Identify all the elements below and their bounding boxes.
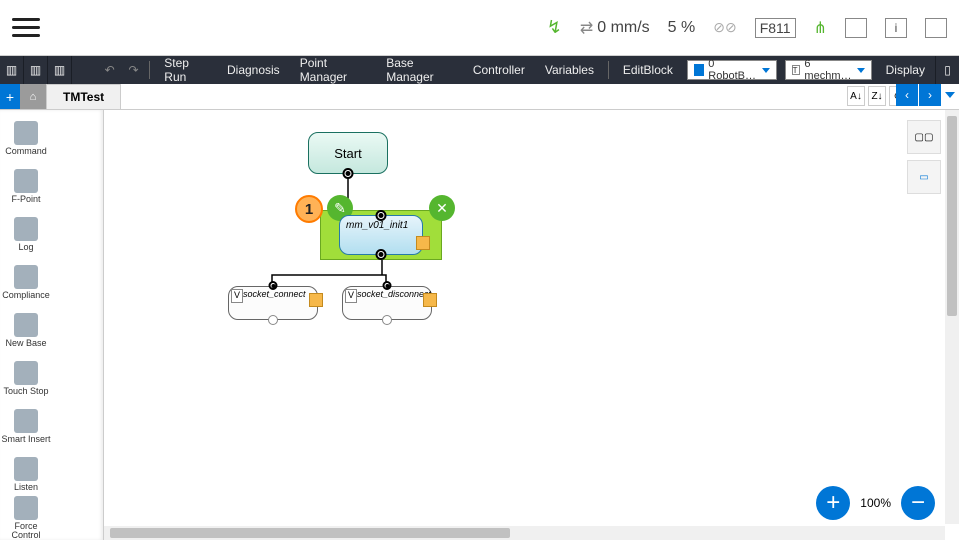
- zoom-out-button[interactable]: −: [901, 486, 935, 520]
- port-out[interactable]: [268, 315, 278, 325]
- node-socket-connect[interactable]: V socket_connect: [228, 286, 318, 320]
- point-manager-button[interactable]: Point Manager: [290, 56, 377, 84]
- palette-log[interactable]: Log: [0, 206, 52, 254]
- nav-prev-button[interactable]: ‹: [896, 84, 918, 106]
- delete-node-button[interactable]: ✕: [429, 195, 455, 221]
- step-badge: 1: [295, 195, 323, 223]
- tab-tmtest[interactable]: TMTest: [46, 84, 121, 109]
- palette-label: Compliance: [2, 291, 50, 300]
- palette-command[interactable]: Command: [0, 110, 52, 158]
- palette-compliance[interactable]: Compliance: [0, 254, 52, 302]
- fault-code: F811: [755, 18, 796, 38]
- tab-bar: + ⌂ TMTest A↓ Z↓ ⊕ ‹ ›: [0, 84, 959, 110]
- menu-bar: ▥ ▥ ▥ ↶ ↷ Step Run Diagnosis Point Manag…: [0, 56, 959, 84]
- redo-icon[interactable]: ↷: [122, 56, 146, 84]
- palette-f-point[interactable]: F-Point: [0, 158, 52, 206]
- tool-dropdown[interactable]: T6 mechm…: [785, 60, 872, 80]
- palette-icon: [14, 313, 38, 337]
- palette-label: Command: [5, 147, 47, 156]
- diagnosis-button[interactable]: Diagnosis: [217, 63, 290, 77]
- palette-icon: [14, 409, 38, 433]
- port-in[interactable]: [383, 281, 392, 290]
- speed-status: ⇄0 mm/s: [580, 18, 650, 38]
- zoom-in-button[interactable]: +: [816, 486, 850, 520]
- variables-button[interactable]: Variables: [535, 63, 604, 77]
- palette-touch-stop[interactable]: Touch Stop: [0, 350, 52, 398]
- palette-smart-insert[interactable]: Smart Insert: [0, 398, 52, 446]
- panel-icon-2[interactable]: [925, 18, 947, 38]
- file-save-icon[interactable]: ▥: [48, 56, 72, 84]
- node-config-chip: [423, 293, 437, 307]
- port-out[interactable]: [376, 249, 387, 260]
- palette-new-base[interactable]: New Base: [0, 302, 52, 350]
- flow-canvas[interactable]: Start 1 ✎ ✕ mm_v01_init1 V socket_connec…: [104, 110, 959, 540]
- power-status: 5 %: [668, 19, 696, 37]
- sort-az-icon[interactable]: A↓: [847, 86, 865, 106]
- zoom-level: 100%: [860, 496, 891, 510]
- port-in[interactable]: [376, 210, 387, 221]
- palette-icon: [14, 361, 38, 385]
- palette-label: Force Control: [0, 522, 52, 540]
- palette-label: New Base: [5, 339, 46, 348]
- home-tab[interactable]: ⌂: [20, 84, 46, 109]
- display-button[interactable]: Display: [876, 63, 935, 77]
- controller-button[interactable]: Controller: [463, 63, 535, 77]
- file-open-icon[interactable]: ▥: [24, 56, 48, 84]
- palette-icon: [14, 457, 38, 481]
- palette-icon: [14, 217, 38, 241]
- palette-label: Smart Insert: [1, 435, 50, 444]
- var-badge: V: [345, 289, 357, 303]
- node-mm-init[interactable]: 1 ✎ ✕ mm_v01_init1: [320, 210, 442, 260]
- collapse-icon[interactable]: ▯: [935, 56, 959, 84]
- var-badge: V: [231, 289, 243, 303]
- palette-label: Touch Stop: [3, 387, 48, 396]
- tab-dropdown[interactable]: [941, 84, 959, 106]
- zoom-control: + 100% −: [816, 486, 935, 520]
- info-icon[interactable]: i: [885, 18, 907, 38]
- node-label: socket_connect: [243, 289, 306, 299]
- undo-icon[interactable]: ↶: [98, 56, 122, 84]
- palette-listen[interactable]: Listen: [0, 446, 52, 494]
- file-new-icon[interactable]: ▥: [0, 56, 24, 84]
- palette-force-control[interactable]: Force Control: [0, 494, 52, 540]
- nav-next-button[interactable]: ›: [919, 84, 941, 106]
- palette-icon: [14, 121, 38, 145]
- panel-icon-1[interactable]: [845, 18, 867, 38]
- palette-label: Listen: [14, 483, 38, 492]
- node-config-chip: [416, 236, 430, 250]
- view-toggle[interactable]: ▭: [907, 160, 941, 194]
- node-label: mm_v01_init1: [346, 220, 408, 231]
- sort-za-icon[interactable]: Z↓: [868, 86, 886, 106]
- port-out[interactable]: [382, 315, 392, 325]
- node-start[interactable]: Start: [308, 132, 388, 174]
- status-bar: ↯ ⇄0 mm/s 5 % ⊘⊘ F811 ⋔ i: [547, 17, 947, 38]
- palette-icon: [14, 169, 38, 193]
- base-manager-button[interactable]: Base Manager: [376, 56, 463, 84]
- tool-palette: Command F-Point Log Compliance New Base Touch…: [0, 110, 104, 540]
- robot-dropdown[interactable]: 0 RobotB…: [687, 60, 777, 80]
- palette-icon: [14, 496, 38, 520]
- step-run-button[interactable]: Step Run: [154, 56, 217, 84]
- node-start-label: Start: [334, 146, 361, 161]
- node-label: socket_disconnect: [357, 289, 431, 299]
- palette-label: F-Point: [11, 195, 40, 204]
- palette-label: Log: [18, 243, 33, 252]
- palette-icon: [14, 265, 38, 289]
- scrollbar-vertical[interactable]: [945, 110, 959, 524]
- scrollbar-horizontal[interactable]: [104, 526, 945, 540]
- node-socket-disconnect[interactable]: V socket_disconnect: [342, 286, 432, 320]
- menu-icon[interactable]: [12, 18, 40, 37]
- branch-icon[interactable]: ⋔: [814, 18, 827, 38]
- editblock-button[interactable]: EditBlock: [613, 63, 683, 77]
- node-config-chip: [309, 293, 323, 307]
- add-tab-button[interactable]: +: [0, 84, 20, 109]
- port-out[interactable]: [343, 168, 354, 179]
- port-in[interactable]: [269, 281, 278, 290]
- link-icon: ⊘⊘: [713, 19, 736, 36]
- robot-status-icon: ↯: [547, 17, 562, 38]
- minimap-toggle[interactable]: ▢▢: [907, 120, 941, 154]
